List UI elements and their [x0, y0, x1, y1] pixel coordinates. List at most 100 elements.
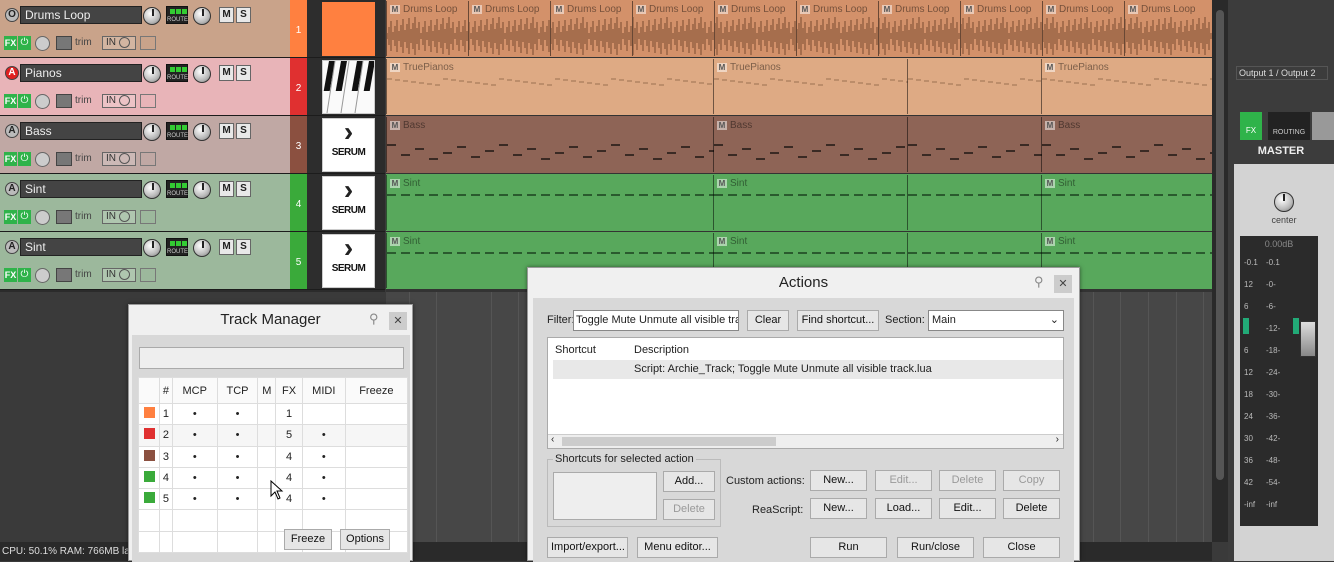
track-name[interactable]: Pianos — [20, 64, 142, 82]
arrange-view[interactable]: M Drums Loop M Drums Loop M Drums Loop M Drums … — [386, 0, 1212, 292]
pin-icon[interactable]: ⚲ — [1034, 274, 1044, 290]
volume-knob[interactable] — [143, 65, 161, 83]
cell-mcp[interactable] — [171, 509, 218, 532]
fx-bypass-icon[interactable]: ⏻ — [18, 210, 31, 224]
record-arm-button[interactable]: A — [5, 240, 19, 254]
monitor-icon[interactable] — [140, 94, 156, 108]
fx-button[interactable]: FX — [4, 36, 17, 50]
clear-button[interactable]: Clear — [747, 310, 789, 331]
close-button[interactable]: Close — [983, 537, 1060, 558]
phase-icon[interactable] — [35, 94, 50, 109]
master-mono-button[interactable] — [1312, 112, 1334, 140]
fx-bypass-icon[interactable]: ⏻ — [18, 268, 31, 282]
cell-fx[interactable]: 1 — [275, 402, 303, 426]
record-arm-button[interactable]: O — [5, 8, 19, 22]
track-name[interactable]: Sint — [20, 180, 142, 198]
cell-m[interactable] — [257, 530, 277, 554]
fx-button[interactable]: FX — [4, 94, 17, 108]
table-row[interactable]: 3 • • 4 • — [137, 445, 409, 468]
run-close-button[interactable]: Run/close — [897, 537, 974, 558]
envelope-icon[interactable] — [56, 268, 72, 282]
add-shortcut-button[interactable]: Add... — [663, 471, 715, 492]
master-fader[interactable] — [1300, 321, 1316, 357]
monitor-icon[interactable] — [140, 268, 156, 282]
pan-knob[interactable] — [193, 123, 211, 141]
cell-mcp[interactable]: • — [171, 488, 218, 511]
track-4[interactable]: A Sint ROUTE M S FX ⏻ trim IN 4 › SERUM — [0, 174, 385, 232]
col-header[interactable]: MCP — [171, 377, 218, 404]
track-1[interactable]: O Drums Loop ROUTE M S FX ⏻ trim IN 1 — [0, 0, 385, 58]
cell-tcp[interactable]: • — [216, 402, 259, 426]
media-item[interactable]: M Sint — [713, 175, 907, 230]
track-number[interactable]: 3 — [290, 116, 307, 173]
media-item[interactable]: M Drums Loop — [960, 1, 1042, 56]
actions-list[interactable]: Shortcut Description Script: Archie_Trac… — [547, 337, 1064, 449]
solo-button[interactable]: S — [236, 7, 251, 23]
media-item[interactable] — [907, 175, 1042, 230]
cell-midi[interactable]: • — [301, 424, 346, 447]
pan-knob[interactable] — [193, 239, 211, 257]
solo-button[interactable]: S — [236, 65, 251, 81]
reascript-load-button[interactable]: Load... — [875, 498, 932, 519]
cell-freeze[interactable] — [344, 445, 409, 468]
media-item[interactable]: M Drums Loop — [632, 1, 714, 56]
serum-plugin-icon[interactable]: › SERUM — [322, 234, 375, 288]
menu-editor-button[interactable]: Menu editor... — [637, 537, 718, 558]
solo-button[interactable]: S — [236, 123, 251, 139]
reascript-new-button[interactable]: New... — [810, 498, 867, 519]
record-arm-button[interactable]: A — [5, 124, 19, 138]
cell-num[interactable]: 4 — [159, 466, 173, 490]
col-header[interactable]: FX — [275, 377, 303, 404]
fx-bypass-icon[interactable]: ⏻ — [18, 152, 31, 166]
monitor-icon[interactable] — [140, 36, 156, 50]
track-number[interactable]: 1 — [290, 0, 307, 57]
track-panel[interactable]: A Bass ROUTE M S FX ⏻ trim IN — [0, 116, 290, 173]
media-item[interactable]: M Bass — [1041, 117, 1212, 172]
custom-delete-button[interactable]: Delete — [939, 470, 996, 491]
cell-tcp[interactable] — [216, 530, 259, 554]
input-button[interactable]: IN — [102, 36, 136, 50]
track-number[interactable]: 4 — [290, 174, 307, 231]
media-item[interactable]: M Drums Loop — [550, 1, 632, 56]
phase-icon[interactable] — [35, 152, 50, 167]
fx-bypass-icon[interactable]: ⏻ — [18, 94, 31, 108]
shortcuts-list[interactable] — [553, 472, 657, 520]
track-5[interactable]: A Sint ROUTE M S FX ⏻ trim IN 5 › SERUM — [0, 232, 385, 290]
serum-plugin-icon[interactable]: › SERUM — [322, 118, 375, 172]
route-button[interactable]: ROUTE — [166, 64, 188, 82]
cell-num[interactable]: 1 — [159, 402, 173, 426]
trim-label[interactable]: trim — [75, 153, 92, 164]
reascript-delete-button[interactable]: Delete — [1003, 498, 1060, 519]
media-item[interactable]: M TruePianos — [1041, 59, 1212, 114]
volume-knob[interactable] — [143, 239, 161, 257]
cell-num[interactable] — [159, 509, 173, 532]
monitor-icon[interactable] — [140, 152, 156, 166]
col-header[interactable]: TCP — [216, 377, 259, 404]
col-header[interactable]: # — [159, 377, 173, 404]
cell-freeze[interactable] — [344, 466, 409, 490]
custom-copy-button[interactable]: Copy — [1003, 470, 1060, 491]
cell-mcp[interactable]: • — [171, 402, 218, 426]
cell-midi[interactable]: • — [301, 445, 346, 468]
cell-mcp[interactable] — [171, 530, 218, 554]
record-arm-button[interactable]: A — [5, 182, 19, 196]
cell-fx[interactable] — [275, 509, 303, 532]
envelope-icon[interactable] — [56, 210, 72, 224]
mute-button[interactable]: M — [219, 181, 234, 197]
media-item[interactable]: M TruePianos — [386, 59, 713, 114]
media-item[interactable]: M Sint — [386, 175, 714, 230]
media-item[interactable]: M Drums Loop — [468, 1, 550, 56]
track-color-panel[interactable] — [322, 2, 375, 56]
track-search-input[interactable] — [139, 347, 404, 369]
cell-midi[interactable]: • — [301, 488, 346, 511]
cell-freeze[interactable] — [344, 424, 409, 447]
phase-icon[interactable] — [35, 36, 50, 51]
mute-button[interactable]: M — [219, 123, 234, 139]
monitor-icon[interactable] — [140, 210, 156, 224]
track-panel[interactable]: A Sint ROUTE M S FX ⏻ trim IN — [0, 174, 290, 231]
trim-label[interactable]: trim — [75, 211, 92, 222]
cell-midi[interactable]: • — [301, 466, 346, 490]
track-lane[interactable]: M Bass M Bass M Bass — [386, 116, 1212, 173]
pin-icon[interactable]: ⚲ — [369, 311, 379, 327]
cell-m[interactable] — [257, 445, 277, 468]
